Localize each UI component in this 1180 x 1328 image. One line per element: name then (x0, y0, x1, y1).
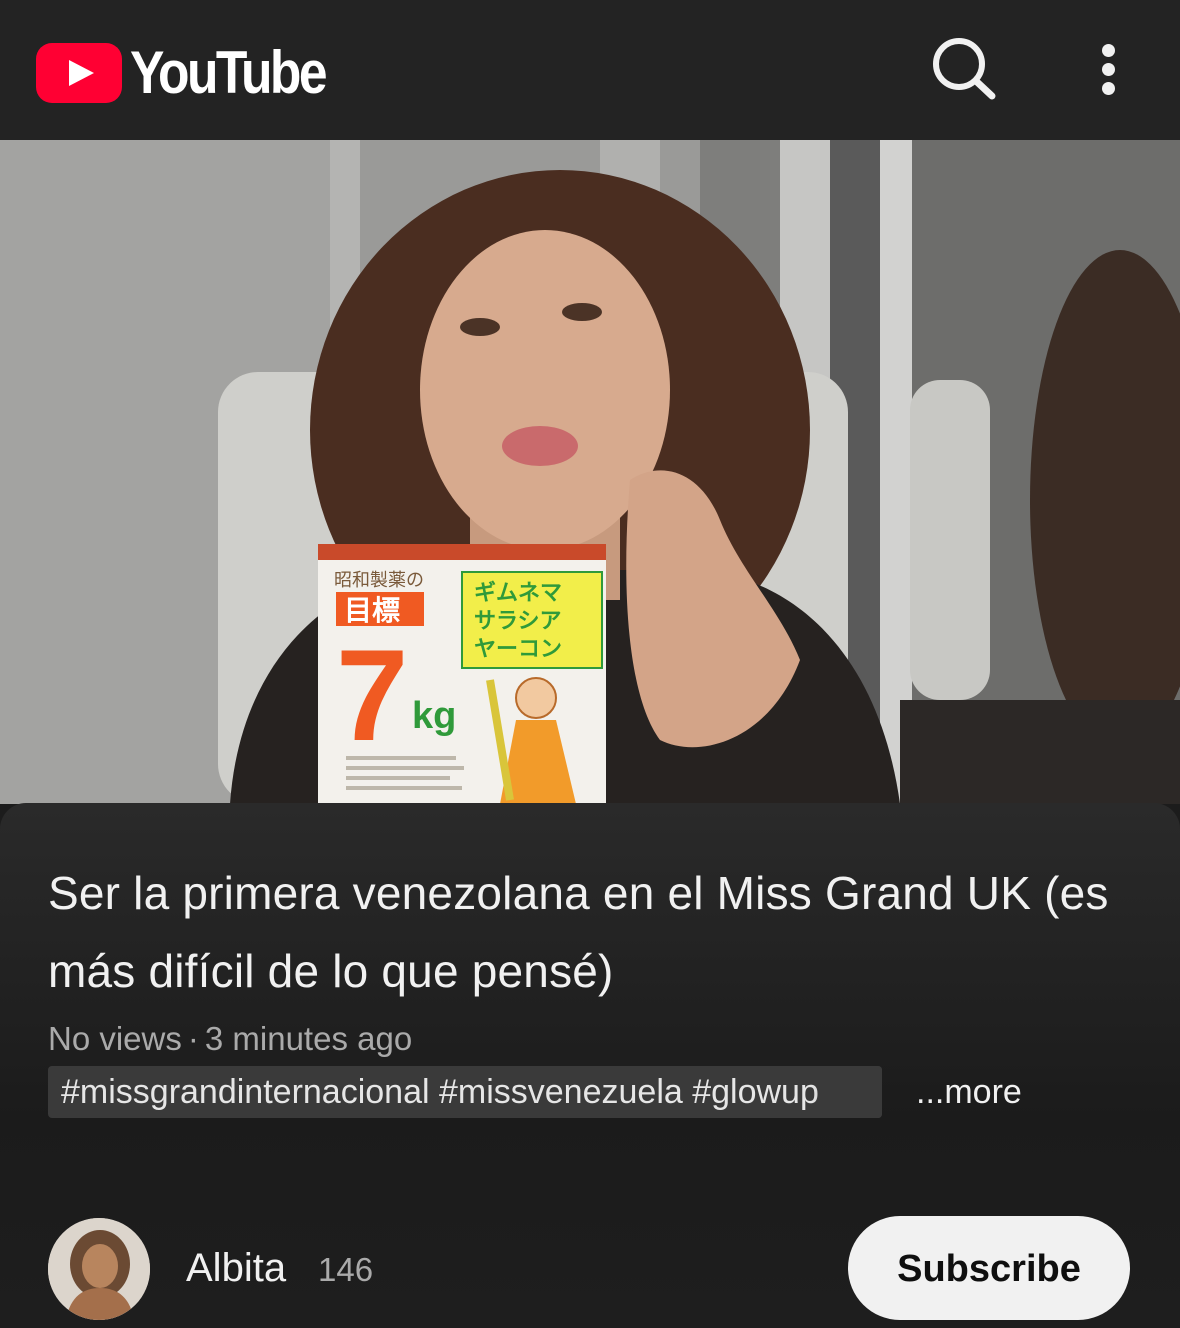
meta-separator: · (187, 1020, 199, 1057)
box-sign-line-3: ヤーコン (474, 637, 562, 662)
box-weight: 7 (336, 622, 408, 768)
channel-name[interactable]: Albita (186, 1246, 286, 1291)
video-meta[interactable]: No views · 3 minutes ago (48, 1020, 412, 1058)
youtube-logo[interactable]: YouTube (36, 38, 357, 107)
box-brand-line: 昭和製薬の (334, 570, 424, 591)
video-frame: 目標 昭和製薬の 7 kg ギムネマ サラシア ヤーコン (0, 140, 1180, 804)
top-app-bar: YouTube (0, 0, 1180, 140)
channel-avatar[interactable] (48, 1218, 150, 1320)
video-player[interactable]: 目標 昭和製薬の 7 kg ギムネマ サラシア ヤーコン (0, 140, 1180, 804)
search-icon (933, 38, 996, 100)
avatar-image (48, 1218, 150, 1320)
more-vert-icon (1101, 44, 1115, 57)
hashtag-list: #missgrandinternacional #missvenezuela #… (61, 1073, 819, 1111)
subscriber-count: 146 (318, 1251, 374, 1288)
video-title[interactable]: Ser la primera venezolana en el Miss Gra… (48, 854, 1138, 1010)
box-unit: kg (412, 695, 456, 737)
box-sign-line-1: ギムネマ (474, 581, 562, 606)
hashtag-fade (812, 1066, 882, 1118)
upload-time: 3 minutes ago (204, 1020, 413, 1057)
hashtag-chip[interactable]: #missgrandinternacional #missvenezuela #… (48, 1066, 882, 1118)
description-more-link[interactable]: ...more (916, 1073, 1022, 1112)
view-count: No views (48, 1020, 182, 1057)
more-options-button[interactable] (1088, 40, 1128, 98)
youtube-wordmark: YouTube (130, 39, 328, 106)
subscribe-button[interactable]: Subscribe (848, 1216, 1130, 1320)
youtube-play-icon (36, 42, 122, 103)
product-box: 目標 昭和製薬の 7 kg ギムネマ サラシア ヤーコン (318, 544, 606, 804)
search-button[interactable] (928, 36, 998, 102)
box-sign-line-2: サラシア (474, 609, 562, 634)
